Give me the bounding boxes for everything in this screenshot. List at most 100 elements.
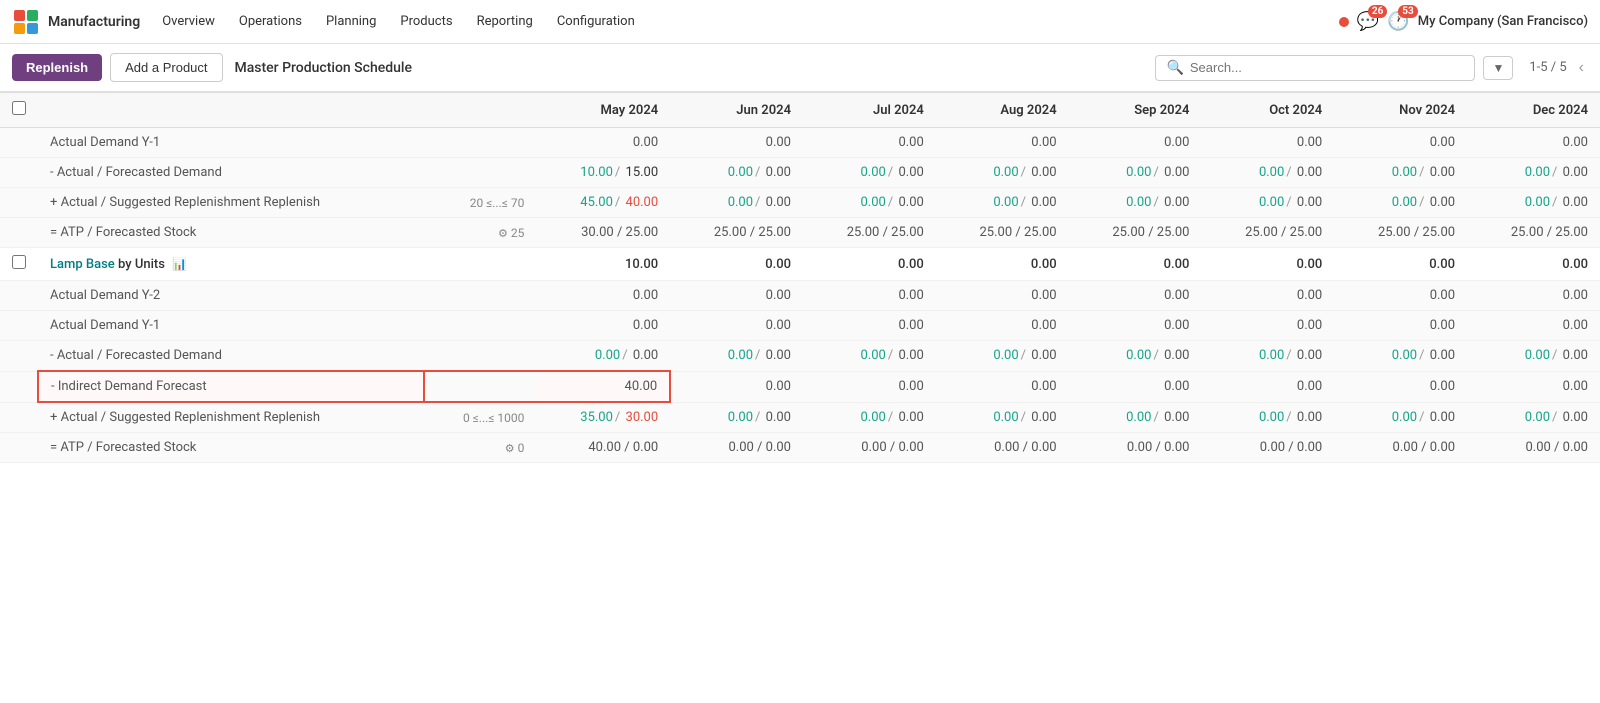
toolbar: Replenish Add a Product Master Productio… — [0, 44, 1600, 92]
col-description — [38, 93, 424, 128]
messages-badge[interactable]: 💬 26 — [1357, 11, 1379, 32]
row-label: - Actual / Forecasted Demand — [38, 341, 424, 372]
cell-aug: 25.00 / 25.00 — [936, 218, 1069, 248]
row-label: - Indirect Demand Forecast — [38, 371, 424, 402]
search-box: 🔍 — [1155, 55, 1475, 81]
cell-dec: 0.00 — [1467, 371, 1600, 402]
pagination-info: 1-5 / 5 — [1529, 60, 1566, 75]
cell-may: 0.00 — [536, 128, 670, 158]
nav-overview[interactable]: Overview — [152, 10, 225, 33]
nav-configuration[interactable]: Configuration — [547, 10, 645, 33]
row-label: Actual Demand Y-2 — [38, 281, 424, 311]
nav-operations[interactable]: Operations — [229, 10, 312, 33]
cell-jul: 25.00 / 25.00 — [803, 218, 936, 248]
cell-may: 0.00/ 0.00 — [536, 341, 670, 372]
product-range-cell — [424, 248, 536, 281]
nav-reporting[interactable]: Reporting — [467, 10, 543, 33]
product-link[interactable]: Lamp Base — [50, 257, 115, 272]
cell-nov: 0.00 — [1334, 128, 1467, 158]
col-sep-2024: Sep 2024 — [1069, 93, 1202, 128]
search-input[interactable] — [1190, 60, 1465, 75]
cell-sep: 0.00 — [1069, 248, 1202, 281]
search-icon: 🔍 — [1166, 60, 1183, 76]
cell-nov: 0.00/ 0.00 — [1334, 341, 1467, 372]
cell-nov: 0.00/ 0.00 — [1334, 158, 1467, 188]
messages-count: 26 — [1368, 5, 1387, 18]
cell-aug: 0.00/ 0.00 — [936, 188, 1069, 218]
cell-sep: 0.00/ 0.00 — [1069, 341, 1202, 372]
row-range — [424, 371, 536, 402]
company-name[interactable]: My Company (San Francisco) — [1418, 14, 1588, 29]
cell-may-highlighted: 40.00 — [536, 371, 670, 402]
replenish-button[interactable]: Replenish — [12, 54, 102, 81]
row-range — [424, 341, 536, 372]
cell-sep: 0.00 / 0.00 — [1069, 433, 1202, 463]
row-checkbox-cell — [0, 281, 38, 311]
row-checkbox-cell — [0, 341, 38, 372]
col-aug-2024: Aug 2024 — [936, 93, 1069, 128]
col-jun-2024: Jun 2024 — [670, 93, 803, 128]
cell-oct: 0.00 — [1201, 128, 1334, 158]
row-label: = ATP / Forecasted Stock — [38, 433, 424, 463]
cell-dec: 0.00 — [1467, 281, 1600, 311]
product-checkbox[interactable] — [12, 255, 26, 269]
select-all-checkbox[interactable] — [12, 101, 26, 115]
search-dropdown-button[interactable]: ▼ — [1483, 56, 1513, 80]
cell-sep: 0.00 — [1069, 128, 1202, 158]
table-row: Actual Demand Y-2 0.00 0.00 0.00 0.00 0.… — [0, 281, 1600, 311]
status-indicator — [1339, 17, 1349, 27]
row-checkbox-cell — [0, 433, 38, 463]
cell-oct: 0.00 / 0.00 — [1201, 433, 1334, 463]
table-row: = ATP / Forecasted Stock ⚙ 0 40.00 / 0.0… — [0, 433, 1600, 463]
cell-may: 45.00/ 40.00 — [536, 188, 670, 218]
row-label: + Actual / Suggested Replenishment Reple… — [38, 402, 424, 433]
atp-icon: ⚙ — [505, 442, 515, 455]
row-range — [424, 311, 536, 341]
cell-aug: 0.00 — [936, 128, 1069, 158]
nav-products[interactable]: Products — [390, 10, 462, 33]
row-label: = ATP / Forecasted Stock — [38, 218, 424, 248]
cell-jul: 0.00 — [803, 128, 936, 158]
row-atp-value: ⚙ 25 — [424, 218, 536, 248]
row-checkbox-cell — [0, 311, 38, 341]
cell-sep: 25.00 / 25.00 — [1069, 218, 1202, 248]
product-unit: by Units — [118, 257, 165, 272]
cell-aug: 0.00/ 0.00 — [936, 402, 1069, 433]
cell-may: 35.00/ 30.00 — [536, 402, 670, 433]
cell-oct: 0.00 — [1201, 311, 1334, 341]
cell-dec: 0.00 — [1467, 311, 1600, 341]
table-row: Actual Demand Y-1 0.00 0.00 0.00 0.00 0.… — [0, 128, 1600, 158]
cell-jul: 0.00 — [803, 371, 936, 402]
cell-jun: 25.00 / 25.00 — [670, 218, 803, 248]
pagination-prev-button[interactable]: ‹ — [1575, 59, 1588, 77]
activity-badge[interactable]: 🕐 53 — [1387, 11, 1409, 32]
product-checkbox-cell — [0, 248, 38, 281]
cell-jul: 0.00 / 0.00 — [803, 433, 936, 463]
row-range: 0 ≤...≤ 1000 — [424, 402, 536, 433]
chart-icon[interactable]: 📊 — [172, 257, 187, 271]
col-dec-2024: Dec 2024 — [1467, 93, 1600, 128]
row-label: Actual Demand Y-1 — [38, 311, 424, 341]
cell-oct: 0.00 — [1201, 371, 1334, 402]
cell-jun: 0.00/ 0.00 — [670, 188, 803, 218]
row-checkbox-cell — [0, 128, 38, 158]
cell-dec: 0.00 — [1467, 128, 1600, 158]
cell-aug: 0.00 / 0.00 — [936, 433, 1069, 463]
add-product-button[interactable]: Add a Product — [110, 53, 222, 82]
cell-jun: 0.00/ 0.00 — [670, 158, 803, 188]
cell-dec: 0.00 — [1467, 248, 1600, 281]
table-row: Actual Demand Y-1 0.00 0.00 0.00 0.00 0.… — [0, 311, 1600, 341]
nav-planning[interactable]: Planning — [316, 10, 386, 33]
row-checkbox-cell — [0, 188, 38, 218]
row-checkbox-cell — [0, 158, 38, 188]
col-checkbox — [0, 93, 38, 128]
cell-aug: 0.00 — [936, 248, 1069, 281]
cell-nov: 0.00/ 0.00 — [1334, 402, 1467, 433]
cell-nov: 0.00 — [1334, 248, 1467, 281]
app-logo — [12, 8, 40, 36]
row-range — [424, 128, 536, 158]
main-table-wrapper: May 2024 Jun 2024 Jul 2024 Aug 2024 Sep … — [0, 92, 1600, 463]
cell-sep: 0.00 — [1069, 281, 1202, 311]
cell-may: 0.00 — [536, 311, 670, 341]
row-checkbox-cell — [0, 218, 38, 248]
